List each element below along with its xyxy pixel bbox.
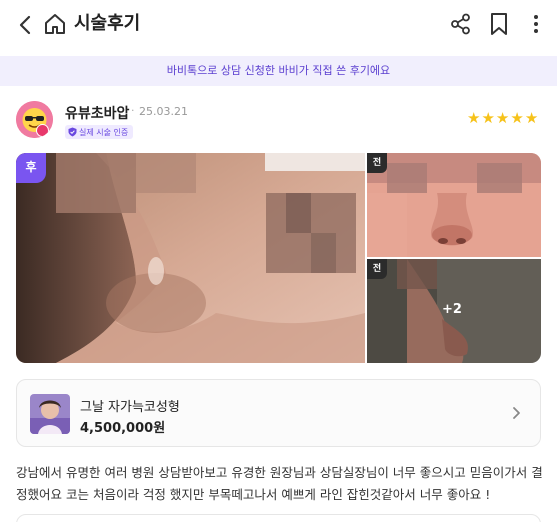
star-icon: ★ [467, 109, 481, 127]
avatar-badge [36, 124, 49, 137]
home-icon[interactable] [43, 12, 67, 36]
page-title: 시술후기 [74, 13, 141, 34]
after-badge: 후 [16, 153, 46, 183]
before-badge: 전 [367, 259, 387, 279]
review-date: 25.03.21 [139, 105, 188, 118]
product-card[interactable]: 그날 자가늑코성형 4,500,000원 [16, 379, 541, 447]
verified-badge: 실제 시술 인증 [65, 125, 134, 139]
star-icon: ★ [510, 109, 524, 127]
after-photo[interactable] [16, 153, 365, 363]
after-photo-image [16, 153, 365, 363]
before-badge: 전 [367, 153, 387, 173]
before-photo-front-image [367, 153, 541, 257]
more-photos-count[interactable]: +2 [442, 302, 462, 317]
more-vertical-icon[interactable] [526, 12, 546, 36]
chevron-left-icon[interactable] [14, 13, 38, 37]
product-name: 그날 자가늑코성형 [80, 400, 180, 415]
product-thumbnail [30, 394, 70, 434]
rating-stars: ★ ★ ★ ★ ★ [467, 111, 538, 126]
avatar[interactable] [16, 101, 53, 138]
bookmark-icon[interactable] [488, 12, 510, 36]
top-bar: 시술후기 [0, 0, 557, 50]
star-icon: ★ [495, 109, 510, 127]
star-icon: ★ [524, 109, 539, 127]
chevron-right-icon [513, 407, 520, 419]
before-photo-front[interactable] [367, 153, 541, 257]
product-thumbnail-image [30, 394, 70, 434]
separator-dot: · [131, 104, 135, 117]
shield-check-icon [68, 127, 77, 137]
verified-label: 실제 시술 인증 [79, 127, 129, 137]
reviewer-name[interactable]: 유뷰초바압 [65, 103, 129, 123]
share-icon[interactable] [450, 13, 472, 35]
notice-banner: 바비톡으로 상담 신청한 바비가 직접 쓴 후기에요 [0, 56, 557, 86]
star-icon: ★ [481, 109, 495, 127]
review-content: 강남에서 유명한 여러 병원 상담받아보고 유경한 원장님과 상담실장님이 너무… [16, 465, 543, 502]
next-card-edge [16, 514, 541, 522]
product-price: 4,500,000원 [80, 421, 166, 436]
